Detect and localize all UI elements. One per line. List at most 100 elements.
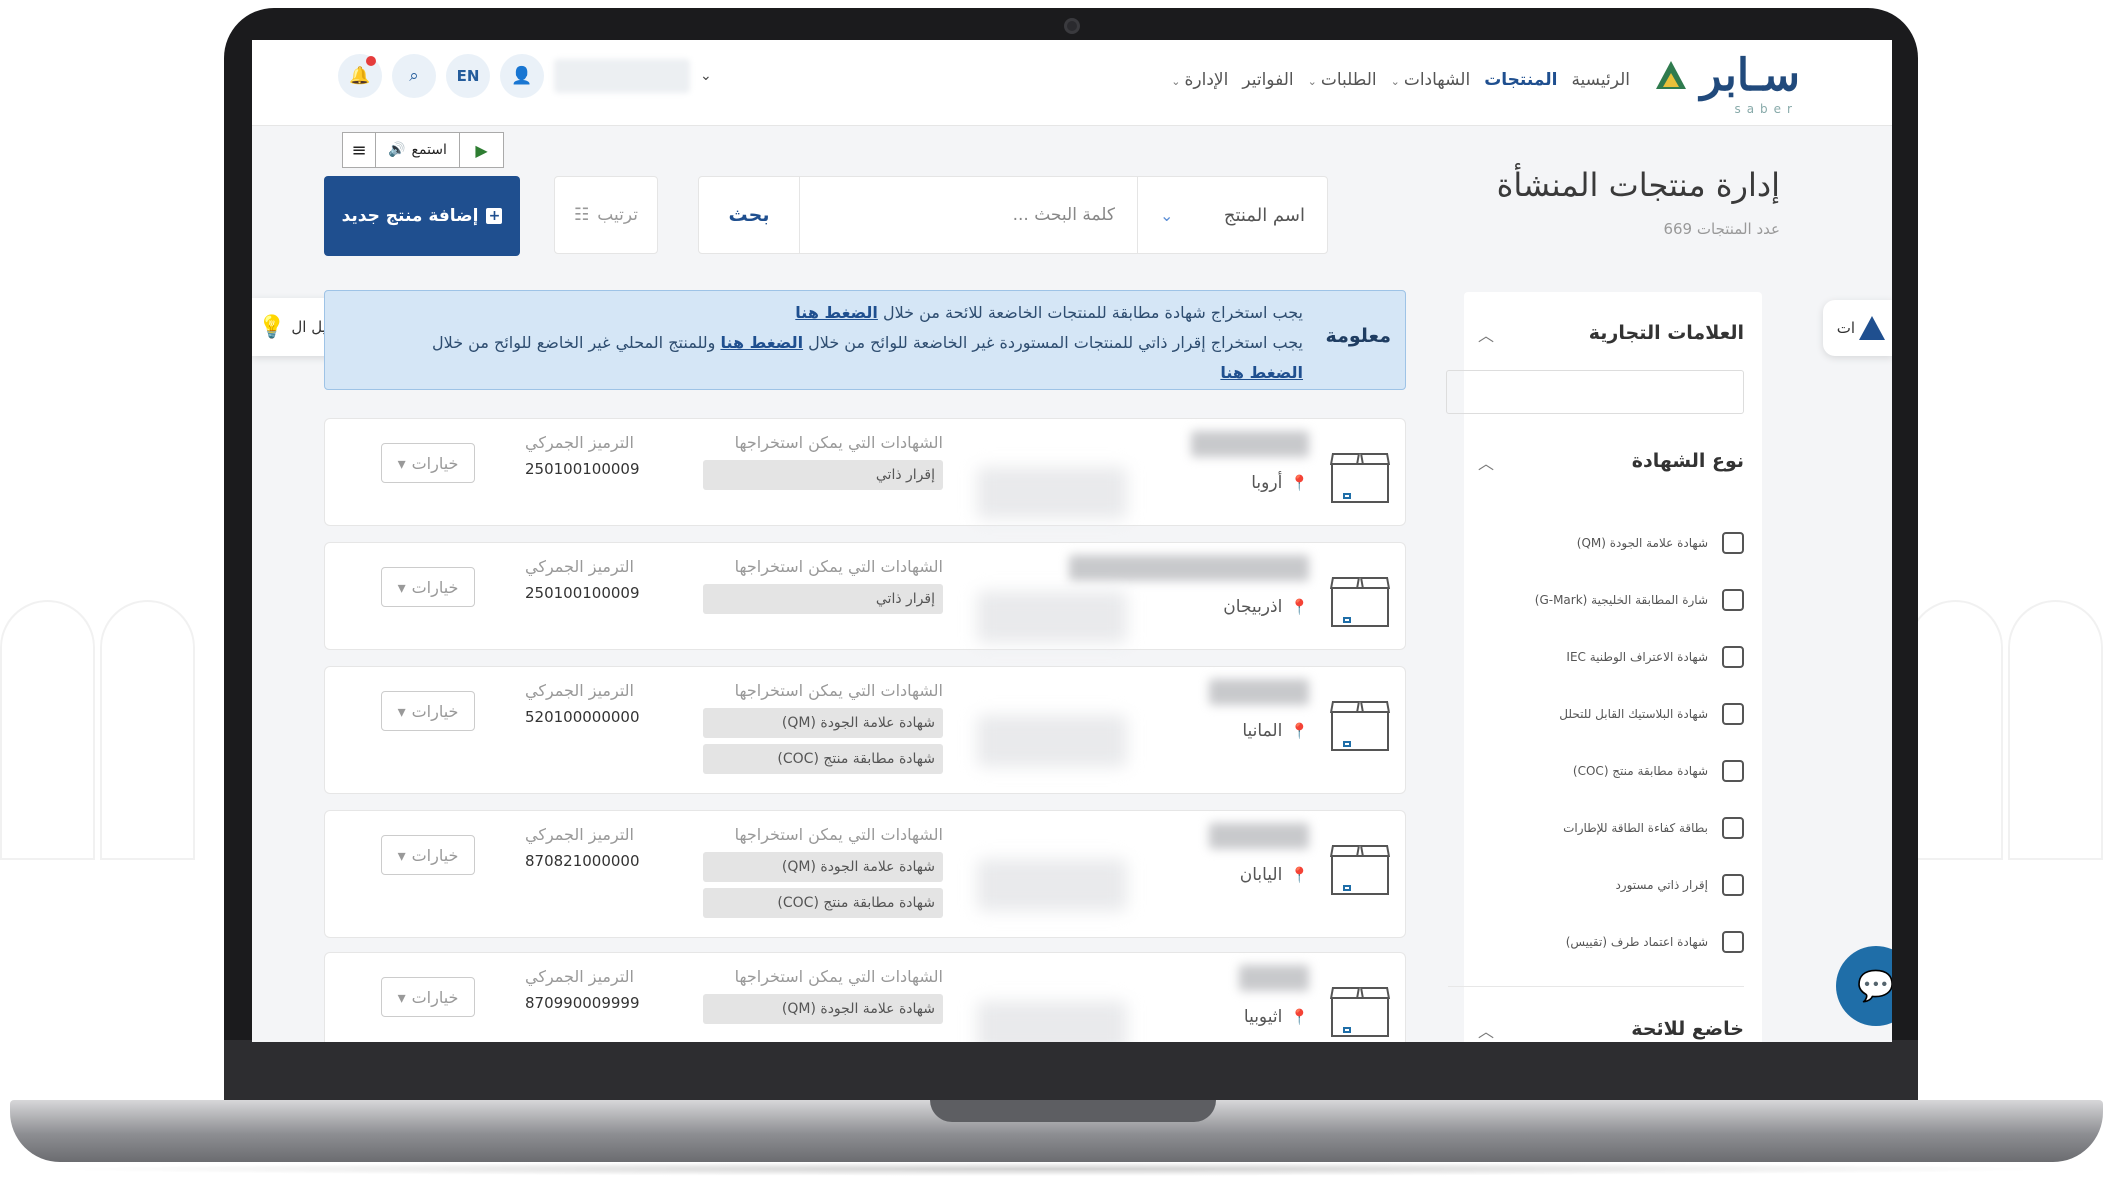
cert-pill: إقرار ذاتي xyxy=(703,584,943,614)
product-image-blurred xyxy=(977,467,1127,519)
header-tools: ⌄ 👤 EN ⌕ 🔔 xyxy=(338,54,712,98)
location-pin-icon: 📍 xyxy=(1290,866,1309,884)
options-dropdown-button[interactable]: خيارات ▾ xyxy=(381,691,475,731)
cert-type-option[interactable]: شهادة علامة الجودة (QM) xyxy=(1448,514,1744,571)
search-bar: اسم المنتج ⌄ كلمة البحث ... بحث xyxy=(698,176,1328,254)
checkbox[interactable] xyxy=(1722,588,1744,611)
search-button[interactable]: بحث xyxy=(699,177,799,253)
click-here-link[interactable]: الضغط هنا xyxy=(720,333,803,352)
checkbox[interactable] xyxy=(1722,930,1744,953)
sort-button[interactable]: ترتيب ☷ xyxy=(554,176,658,254)
checkbox[interactable] xyxy=(1722,759,1744,782)
cert-pill: شهادة علامة الجودة (QM) xyxy=(703,852,943,882)
info-line: الضغط هنا xyxy=(1220,363,1303,382)
click-here-link[interactable]: الضغط هنا xyxy=(1220,363,1303,382)
cert-type-option[interactable]: شهادة الاعتراف الوطنية IEC xyxy=(1448,628,1744,685)
chevron-down-icon: ⌄ xyxy=(1307,75,1317,88)
options-dropdown-button[interactable]: خيارات ▾ xyxy=(381,977,475,1017)
speaker-icon: 🔊 xyxy=(388,142,406,158)
brand-filter-input[interactable] xyxy=(1446,370,1744,414)
user-name-blurred[interactable] xyxy=(554,59,690,93)
cert-type-option[interactable]: شهادة مطابقة منتج (COC) xyxy=(1448,742,1744,799)
play-icon[interactable]: ▶ xyxy=(459,133,503,167)
nav-item-requests[interactable]: الطلبات⌄ xyxy=(1308,70,1377,90)
filter-title-cert-type: نوع الشهادة xyxy=(1631,450,1744,472)
notifications-bell-icon[interactable]: 🔔 xyxy=(338,54,382,98)
origin-label: اثيوبيا xyxy=(1243,1007,1283,1027)
cert-type-label: شهادة البلاستيك القابل للتحلل xyxy=(1559,706,1708,721)
checkbox[interactable] xyxy=(1722,645,1744,668)
collapse-chevron-icon[interactable]: ︿ xyxy=(1478,450,1494,474)
checkbox[interactable] xyxy=(1722,873,1744,896)
page-title: إدارة منتجات المنشأة xyxy=(1496,166,1780,204)
certs-label: الشهادات التي يمكن استخراجها xyxy=(734,825,943,844)
hs-code-column: الترميز الجمركي 870821000000 xyxy=(525,825,665,870)
search-field-select[interactable]: اسم المنتج ⌄ xyxy=(1137,177,1327,253)
search-icon[interactable]: ⌕ xyxy=(392,54,436,98)
nav-item-products[interactable]: المنتجات xyxy=(1484,70,1557,90)
checkbox[interactable] xyxy=(1722,816,1744,839)
certificates-column: الشهادات التي يمكن استخراجها إقرار ذاتي xyxy=(703,433,943,496)
info-banner: معلومة يجب استخراج شهادة مطابقة للمنتجات… xyxy=(324,290,1406,390)
side-tab-brand[interactable]: ات xyxy=(1823,300,1892,356)
logo-text: سـابر xyxy=(1700,50,1800,101)
add-product-button[interactable]: + إضافة منتج جديد xyxy=(324,176,520,256)
listen-button[interactable]: استمع 🔊 xyxy=(375,133,459,167)
laptop-shadow xyxy=(40,1162,2070,1176)
cert-type-option[interactable]: إقرار ذاتي مستورد xyxy=(1448,856,1744,913)
checkbox[interactable] xyxy=(1722,531,1744,554)
nav-item-management[interactable]: الإدارة⌄ xyxy=(1171,70,1228,90)
product-count: عدد المنتجات 669 xyxy=(1663,220,1780,238)
collapse-chevron-icon[interactable]: ︿ xyxy=(1478,1018,1494,1042)
cert-pill: شهادة علامة الجودة (QM) xyxy=(703,708,943,738)
background-arch xyxy=(0,600,95,860)
cert-type-option[interactable]: شهادة اعتماد طرف (تقييس) xyxy=(1448,913,1744,970)
lightbulb-icon: 💡 xyxy=(258,314,286,340)
origin-label: اذربيجان xyxy=(1223,597,1283,617)
nav-label: الطلبات xyxy=(1320,70,1377,90)
hs-code-column: الترميز الجمركي 250100100009 xyxy=(525,557,665,602)
product-origin: 📍 المانيا xyxy=(1242,721,1309,741)
product-box-icon xyxy=(1325,445,1395,505)
user-icon[interactable]: 👤 xyxy=(500,54,544,98)
certs-label: الشهادات التي يمكن استخراجها xyxy=(734,557,943,576)
collapse-chevron-icon[interactable]: ︿ xyxy=(1478,322,1494,346)
product-name-blurred xyxy=(1191,431,1309,457)
nav-label: الرئيسية xyxy=(1571,70,1630,90)
caret-down-icon: ▾ xyxy=(397,701,406,721)
plus-icon: + xyxy=(486,208,503,224)
search-input[interactable]: كلمة البحث ... xyxy=(799,177,1137,253)
chevron-down-icon: ⌄ xyxy=(1390,75,1400,88)
hs-code: 870821000000 xyxy=(525,852,640,870)
options-dropdown-button[interactable]: خيارات ▾ xyxy=(381,835,475,875)
product-box-icon xyxy=(1325,837,1395,897)
main-nav: الرئيسية المنتجات الشهادات⌄ الطلبات⌄ الف… xyxy=(1171,70,1630,90)
info-text: يجب استخراج شهادة مطابقة للمنتجات الخاضع… xyxy=(883,303,1303,322)
hs-code: 250100100009 xyxy=(525,460,640,478)
nav-item-home[interactable]: الرئيسية xyxy=(1571,70,1630,90)
product-box-icon xyxy=(1325,693,1395,753)
options-label: خيارات xyxy=(411,845,459,865)
click-here-link[interactable]: الضغط هنا xyxy=(795,303,878,322)
menu-icon[interactable]: ≡ xyxy=(343,133,375,167)
product-card: 📍 اثيوبيا الشهادات التي يمكن استخراجها شه… xyxy=(324,952,1406,1042)
add-product-label: إضافة منتج جديد xyxy=(341,206,479,226)
top-navbar: سـابر saber الرئيسية المنتجات الشهادات⌄ … xyxy=(252,40,1892,126)
saber-triangle-icon xyxy=(1859,316,1885,340)
location-pin-icon: 📍 xyxy=(1290,1008,1309,1026)
chat-bubble-icon[interactable]: 💬 xyxy=(1836,946,1892,1026)
nav-item-certificates[interactable]: الشهادات⌄ xyxy=(1391,70,1471,90)
cert-type-list: شهادة علامة الجودة (QM) شارة المطابقة ال… xyxy=(1448,514,1744,970)
options-dropdown-button[interactable]: خيارات ▾ xyxy=(381,567,475,607)
checkbox[interactable] xyxy=(1722,702,1744,725)
language-toggle-button[interactable]: EN xyxy=(446,54,490,98)
cert-type-option[interactable]: شهادة البلاستيك القابل للتحلل xyxy=(1448,685,1744,742)
cert-type-option[interactable]: بطاقة كفاءة الطاقة للإطارات xyxy=(1448,799,1744,856)
location-pin-icon: 📍 xyxy=(1290,474,1309,492)
user-menu-chevron-icon[interactable]: ⌄ xyxy=(700,68,712,84)
saber-logo[interactable]: سـابر saber xyxy=(1652,50,1800,116)
cert-type-option[interactable]: شارة المطابقة الخليجية (G-Mark) xyxy=(1448,571,1744,628)
options-dropdown-button[interactable]: خيارات ▾ xyxy=(381,443,475,483)
certificates-column: الشهادات التي يمكن استخراجها شهادة علامة… xyxy=(703,681,943,780)
nav-item-invoices[interactable]: الفواتير xyxy=(1242,70,1293,90)
